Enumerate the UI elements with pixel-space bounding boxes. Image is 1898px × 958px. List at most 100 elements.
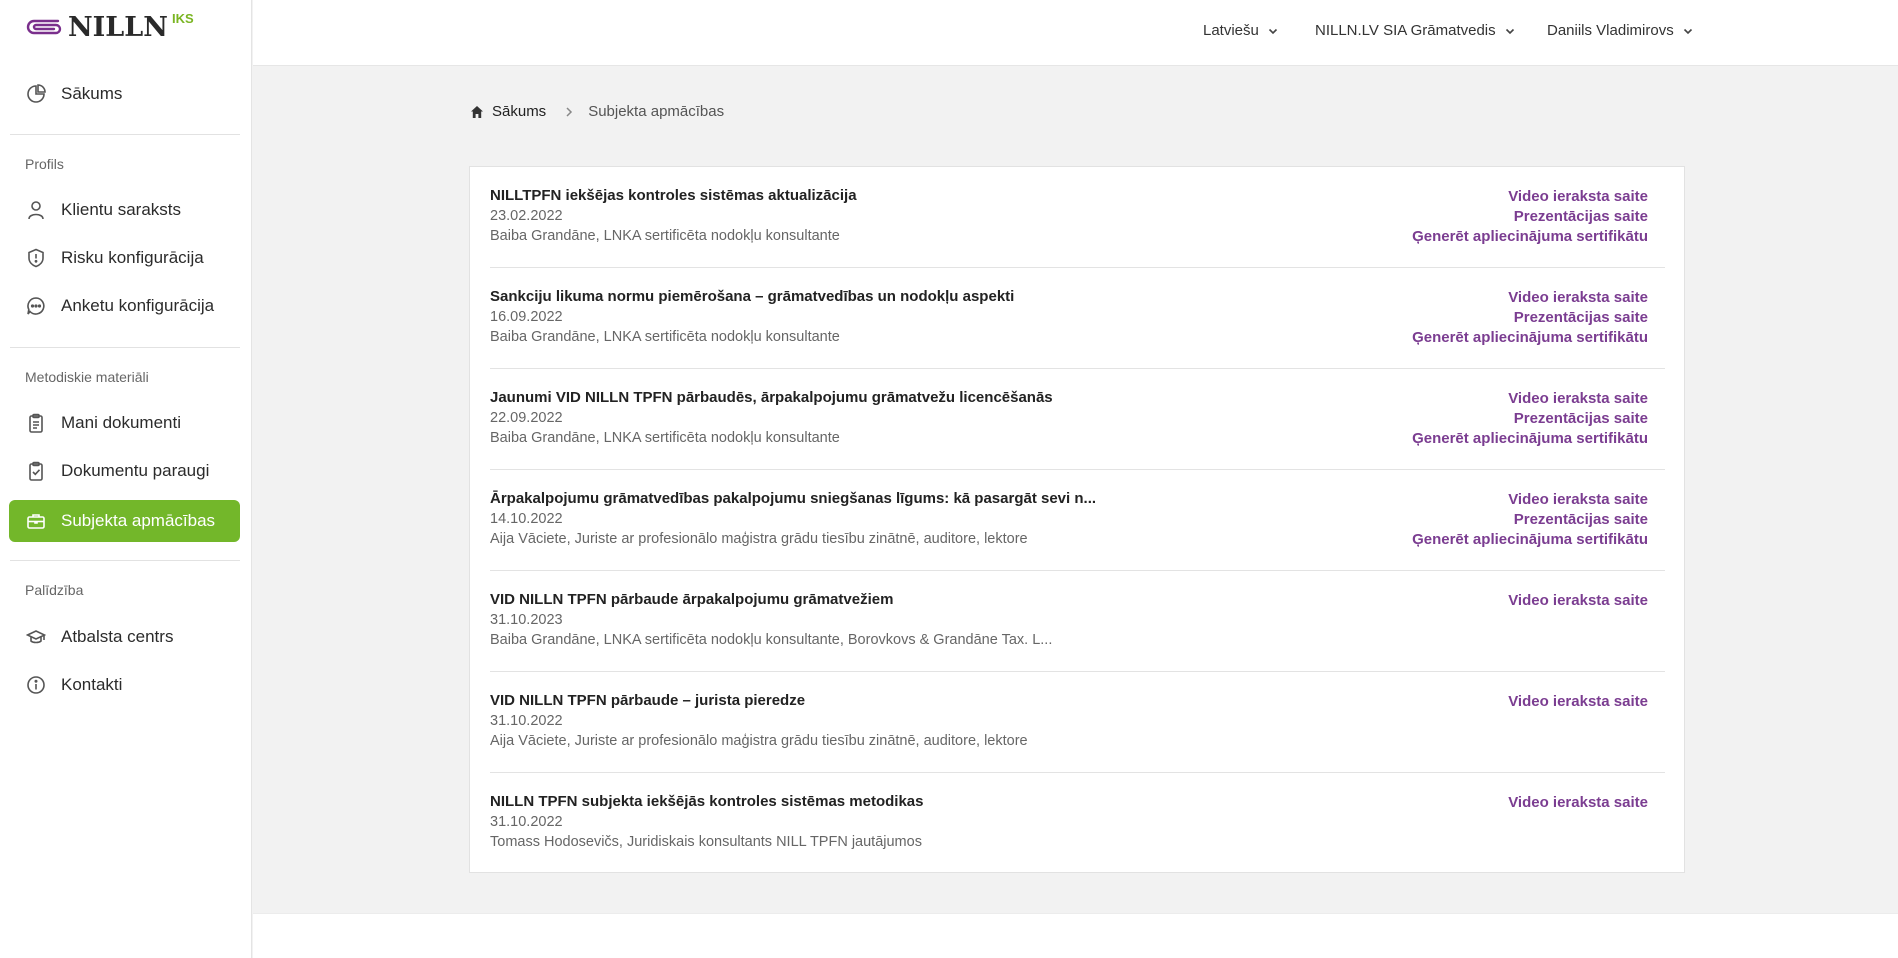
logo[interactable]: NILLN IKS	[24, 10, 194, 43]
sidebar-item-label: Kontakti	[61, 675, 123, 694]
chevron-down-icon	[1504, 25, 1516, 37]
list-item: VID NILLN TPFN pārbaude ārpakalpojumu gr…	[490, 571, 1665, 672]
video-link[interactable]: Video ieraksta saite	[1508, 793, 1648, 813]
breadcrumb-current: Subjekta apmācības	[588, 103, 725, 120]
user-name: Daniils Vladimirovs	[1547, 22, 1674, 39]
list-item: NILLN TPFN subjekta iekšējās kontroles s…	[490, 773, 1665, 874]
logo-tag: IKS	[171, 10, 194, 26]
training-links: Video ieraksta saite Prezentācijas saite…	[1412, 490, 1648, 550]
video-link[interactable]: Video ieraksta saite	[1508, 591, 1648, 611]
main-content: Sākums Subjekta apmācības NILLTPFN iekšē…	[253, 67, 1898, 913]
sidebar-item-label: Mani dokumenti	[61, 413, 182, 432]
sidebar-item-clients[interactable]: Klientu saraksts	[9, 189, 240, 231]
pie-chart-icon	[25, 83, 47, 105]
training-title: NILLTPFN iekšējas kontroles sistēmas akt…	[490, 187, 857, 204]
training-date: 31.10.2022	[490, 713, 563, 729]
company-label: NILLN.LV SIA Grāmatvedis	[1315, 22, 1496, 39]
training-title: Sankciju likuma normu piemērošana – grām…	[490, 288, 1015, 305]
chat-bubble-icon	[25, 295, 47, 317]
sidebar: NILLN IKS Sākums Profils Klientu sarakst…	[0, 0, 252, 958]
training-date: 22.09.2022	[490, 410, 563, 426]
shield-icon	[25, 247, 47, 269]
chevron-down-icon	[1682, 25, 1694, 37]
chevron-right-icon	[564, 106, 574, 118]
presentation-link[interactable]: Prezentācijas saite	[1412, 308, 1648, 328]
sidebar-item-label: Risku konfigurācija	[61, 248, 204, 267]
breadcrumb: Sākums Subjekta apmācības	[470, 103, 724, 120]
certificate-link[interactable]: Ģenerēt apliecinājuma sertifikātu	[1412, 530, 1648, 550]
training-list: NILLTPFN iekšējas kontroles sistēmas akt…	[469, 166, 1685, 873]
video-link[interactable]: Video ieraksta saite	[1412, 389, 1648, 409]
logo-wordmark: NILLN	[68, 11, 168, 43]
user-dropdown[interactable]: Daniils Vladimirovs	[1547, 22, 1694, 39]
training-links: Video ieraksta saite	[1508, 793, 1648, 813]
clipboard-check-icon	[25, 460, 47, 482]
training-links: Video ieraksta saite Prezentācijas saite…	[1412, 288, 1648, 348]
presentation-link[interactable]: Prezentācijas saite	[1412, 207, 1648, 227]
sidebar-item-doc-samples[interactable]: Dokumentu paraugi	[9, 450, 240, 492]
sidebar-item-my-docs[interactable]: Mani dokumenti	[9, 402, 240, 444]
training-author: Tomass Hodosevičs, Juridiskais konsultan…	[490, 834, 922, 850]
presentation-link[interactable]: Prezentācijas saite	[1412, 409, 1648, 429]
sidebar-item-risk[interactable]: Risku konfigurācija	[9, 237, 240, 279]
training-author: Baiba Grandāne, LNKA sertificēta nodokļu…	[490, 632, 1053, 648]
training-author: Baiba Grandāne, LNKA sertificēta nodokļu…	[490, 430, 840, 446]
info-icon	[25, 674, 47, 696]
sidebar-item-label: Atbalsta centrs	[61, 627, 174, 646]
video-link[interactable]: Video ieraksta saite	[1508, 692, 1648, 712]
training-title: VID NILLN TPFN pārbaude ārpakalpojumu gr…	[490, 591, 894, 608]
sidebar-item-home[interactable]: Sākums	[9, 73, 240, 115]
training-title: VID NILLN TPFN pārbaude – jurista piered…	[490, 692, 806, 709]
video-link[interactable]: Video ieraksta saite	[1412, 288, 1648, 308]
briefcase-icon	[25, 510, 47, 532]
breadcrumb-home-label: Sākums	[492, 103, 547, 120]
video-link[interactable]: Video ieraksta saite	[1412, 490, 1648, 510]
graduation-cap-icon	[25, 626, 47, 648]
training-date: 23.02.2022	[490, 208, 563, 224]
section-help: Palīdzība	[25, 582, 84, 598]
sidebar-item-training[interactable]: Subjekta apmācības	[9, 500, 240, 542]
training-author: Aija Vāciete, Juriste ar profesionālo ma…	[490, 733, 1028, 749]
language-dropdown[interactable]: Latviešu	[1203, 22, 1279, 39]
training-author: Baiba Grandāne, LNKA sertificēta nodokļu…	[490, 329, 840, 345]
training-date: 31.10.2023	[490, 612, 563, 628]
training-date: 31.10.2022	[490, 814, 563, 830]
training-links: Video ieraksta saite Prezentācijas saite…	[1412, 187, 1648, 247]
paperclip-logo-icon	[24, 15, 64, 39]
breadcrumb-home[interactable]: Sākums	[470, 103, 546, 120]
language-label: Latviešu	[1203, 22, 1259, 39]
sidebar-item-survey[interactable]: Anketu konfigurācija	[9, 285, 240, 327]
training-author: Baiba Grandāne, LNKA sertificēta nodokļu…	[490, 228, 840, 244]
list-item: Ārpakalpojumu grāmatvedības pakalpojumu …	[490, 470, 1665, 571]
certificate-link[interactable]: Ģenerēt apliecinājuma sertifikātu	[1412, 429, 1648, 449]
certificate-link[interactable]: Ģenerēt apliecinājuma sertifikātu	[1412, 227, 1648, 247]
video-link[interactable]: Video ieraksta saite	[1412, 187, 1648, 207]
list-item: Sankciju likuma normu piemērošana – grām…	[490, 268, 1665, 369]
sidebar-item-contacts[interactable]: Kontakti	[9, 664, 240, 706]
presentation-link[interactable]: Prezentācijas saite	[1412, 510, 1648, 530]
training-links: Video ieraksta saite	[1508, 692, 1648, 712]
list-item: Jaunumi VID NILLN TPFN pārbaudēs, ārpaka…	[490, 369, 1665, 470]
divider	[10, 347, 240, 348]
sidebar-item-label: Subjekta apmācības	[61, 511, 216, 530]
training-links: Video ieraksta saite	[1508, 591, 1648, 611]
chevron-down-icon	[1267, 25, 1279, 37]
divider	[10, 560, 240, 561]
top-bar: Latviešu NILLN.LV SIA Grāmatvedis Daniil…	[253, 0, 1898, 66]
clipboard-list-icon	[25, 412, 47, 434]
training-date: 14.10.2022	[490, 511, 563, 527]
sidebar-item-label: Klientu saraksts	[61, 200, 181, 219]
company-dropdown[interactable]: NILLN.LV SIA Grāmatvedis	[1315, 22, 1516, 39]
sidebar-item-support[interactable]: Atbalsta centrs	[9, 616, 240, 658]
section-profile: Profils	[25, 156, 64, 172]
training-title: NILLN TPFN subjekta iekšējās kontroles s…	[490, 793, 924, 810]
footer	[253, 913, 1898, 958]
certificate-link[interactable]: Ģenerēt apliecinājuma sertifikātu	[1412, 328, 1648, 348]
list-item: VID NILLN TPFN pārbaude – jurista piered…	[490, 672, 1665, 773]
divider	[10, 134, 240, 135]
sidebar-item-label: Dokumentu paraugi	[61, 461, 210, 480]
training-author: Aija Vāciete, Juriste ar profesionālo ma…	[490, 531, 1028, 547]
user-icon	[25, 199, 47, 221]
list-item: NILLTPFN iekšējas kontroles sistēmas akt…	[490, 167, 1665, 268]
training-title: Jaunumi VID NILLN TPFN pārbaudēs, ārpaka…	[490, 389, 1053, 406]
